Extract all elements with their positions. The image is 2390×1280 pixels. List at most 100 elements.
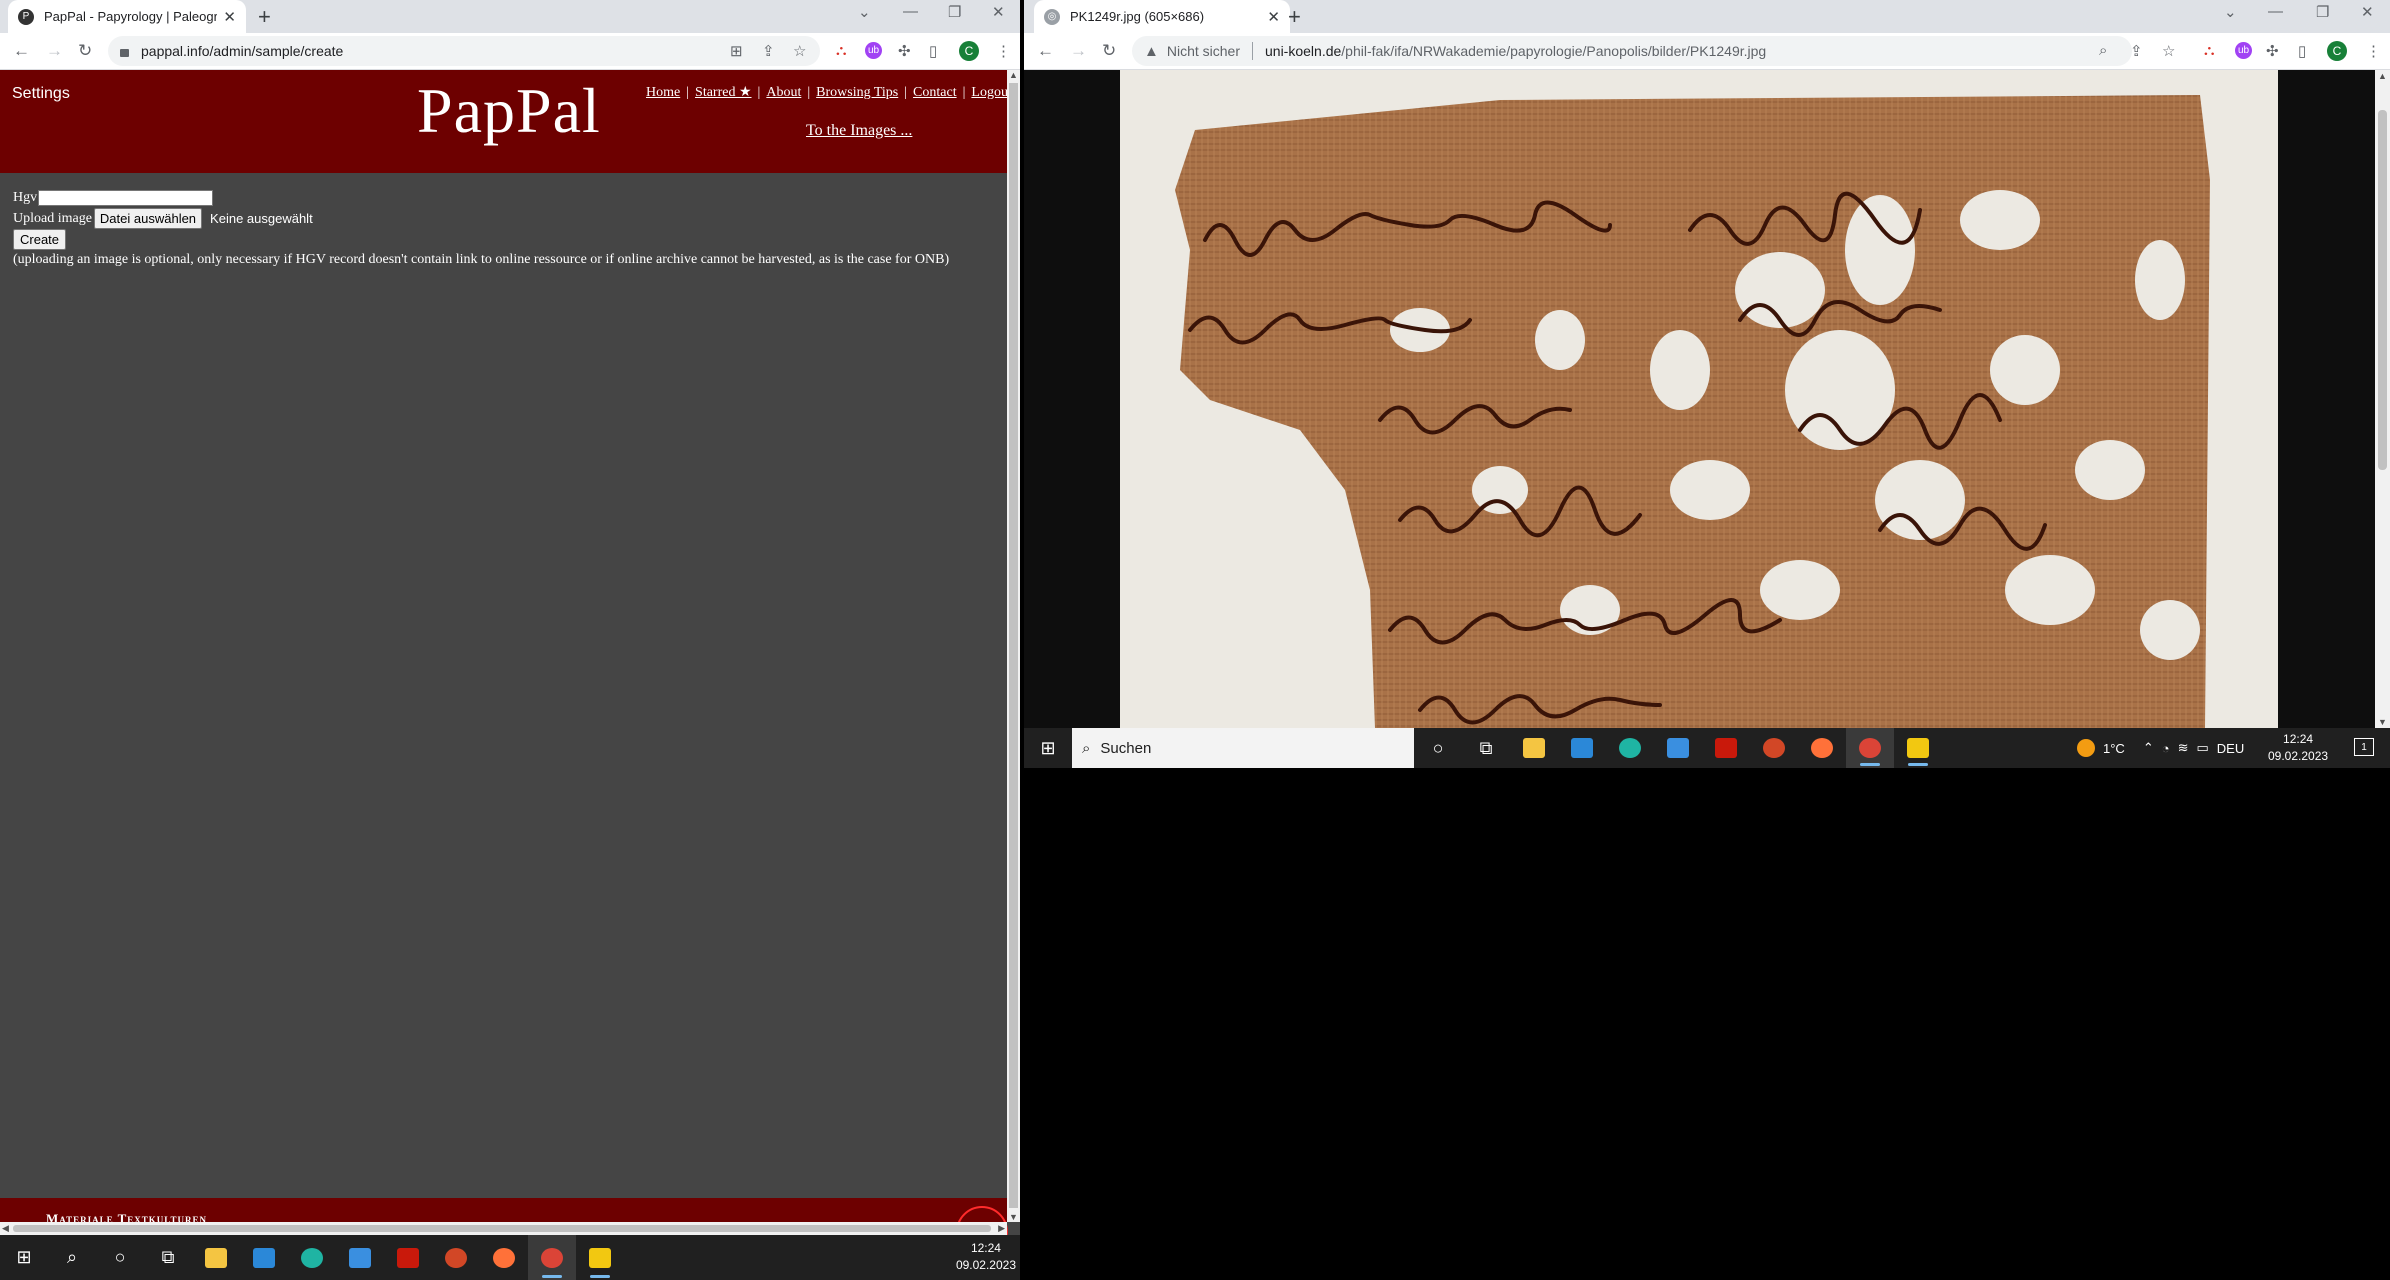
network-icon[interactable]: ◔ xyxy=(2162,741,2170,756)
taskbar-search-box[interactable]: ⌕ Suchen xyxy=(1072,728,1414,768)
windows-start-right-icon[interactable]: ⊞ xyxy=(1024,728,1072,768)
image-scroll-thumb[interactable] xyxy=(2378,110,2387,470)
extension-red-right-icon[interactable]: ⛬ xyxy=(2204,42,2215,59)
nav-logout-link[interactable]: Logou xyxy=(971,85,1008,100)
horizontal-scrollbar[interactable]: ◀ ▶ xyxy=(0,1222,1007,1235)
firefox-right-icon[interactable] xyxy=(1798,728,1846,768)
scroll-right-icon[interactable]: ▶ xyxy=(998,1223,1005,1234)
forward-right-icon[interactable]: → xyxy=(1070,41,1087,61)
search-icon[interactable]: ⌕ xyxy=(48,1235,96,1280)
tab-search-icon[interactable]: ⌄ xyxy=(858,3,871,21)
menu-kebab-right-icon[interactable]: ⋮ xyxy=(2366,42,2381,60)
create-button[interactable]: Create xyxy=(13,229,67,250)
powerpoint-icon[interactable] xyxy=(432,1235,480,1280)
task-view-icon[interactable]: ⧉ xyxy=(144,1235,192,1280)
scroll-down-icon[interactable]: ▼ xyxy=(1009,1212,1018,1222)
firefox-icon[interactable] xyxy=(480,1235,528,1280)
taskbar-clock-right[interactable]: 12:24 09.02.2023 xyxy=(2268,731,2328,765)
choose-file-button[interactable]: Datei auswählen xyxy=(93,208,203,229)
nav-about-link[interactable]: About xyxy=(766,85,801,100)
menu-kebab-icon[interactable]: ⋮ xyxy=(996,42,1011,60)
share-icon[interactable]: ⇪ xyxy=(762,42,775,60)
minimize-right-icon[interactable]: — xyxy=(2268,3,2283,20)
reload-icon[interactable]: ↻ xyxy=(78,41,92,61)
image-scroll-up-icon[interactable]: ▲ xyxy=(2378,71,2387,81)
file-explorer-right-icon[interactable] xyxy=(1510,728,1558,768)
wifi-icon[interactable]: ≋ xyxy=(2178,740,2189,756)
edge-right-icon[interactable] xyxy=(1606,728,1654,768)
scroll-up-icon[interactable]: ▲ xyxy=(1009,70,1018,80)
file-explorer-icon[interactable] xyxy=(192,1235,240,1280)
side-panel-icon[interactable]: ▯ xyxy=(929,42,937,60)
bookmark-star-right-icon[interactable]: ☆ xyxy=(2162,42,2175,60)
acrobat-right-icon[interactable] xyxy=(1702,728,1750,768)
weather-temperature[interactable]: 1°C xyxy=(2103,741,2125,756)
taskbar-clock[interactable]: 12:24 09.02.2023 xyxy=(956,1240,1016,1274)
profile-avatar[interactable]: C xyxy=(959,41,979,61)
settings-link[interactable]: Settings xyxy=(12,85,70,103)
chrome-right-icon[interactable] xyxy=(1846,728,1894,768)
extension-purple-right-icon[interactable]: ub xyxy=(2235,42,2252,59)
acrobat-icon[interactable] xyxy=(384,1235,432,1280)
vertical-scrollbar[interactable]: ▲ ▼ xyxy=(1007,70,1020,1222)
image-scroll-down-icon[interactable]: ▼ xyxy=(2378,717,2387,727)
horizontal-scroll-thumb[interactable] xyxy=(13,1225,991,1232)
image-vertical-scrollbar[interactable]: ▲ ▼ xyxy=(2375,70,2390,728)
tab-close-right-icon[interactable]: ✕ xyxy=(1267,8,1280,26)
chrome-icon[interactable] xyxy=(528,1235,576,1280)
bookmark-star-icon[interactable]: ☆ xyxy=(793,42,806,60)
nav-browsing-tips-link[interactable]: Browsing Tips xyxy=(816,85,898,100)
papyrus-image[interactable] xyxy=(1120,70,2278,728)
site-logo[interactable]: PapPal xyxy=(417,74,601,148)
forward-icon[interactable]: → xyxy=(46,41,63,61)
battery-icon[interactable]: ▭ xyxy=(2197,740,2209,756)
python-app-icon[interactable] xyxy=(576,1235,624,1280)
share-right-icon[interactable]: ⇪ xyxy=(2130,42,2143,60)
nav-starred-link[interactable]: Starred ★ xyxy=(695,85,751,100)
to-images-link[interactable]: To the Images ... xyxy=(806,122,912,140)
mail-icon[interactable] xyxy=(336,1235,384,1280)
profile-avatar-right[interactable]: C xyxy=(2327,41,2347,61)
input-language[interactable]: DEU xyxy=(2217,741,2244,756)
edge-icon[interactable] xyxy=(288,1235,336,1280)
translate-icon[interactable]: ⊞ xyxy=(730,42,743,60)
minimize-icon[interactable]: — xyxy=(903,3,918,20)
extension-purple-icon[interactable]: ub xyxy=(865,42,882,59)
back-right-icon[interactable]: ← xyxy=(1037,41,1054,61)
new-tab-icon[interactable]: + xyxy=(258,4,271,30)
close-window-right-icon[interactable]: ✕ xyxy=(2361,3,2374,21)
zoom-icon[interactable]: ⌕ xyxy=(2099,42,2107,59)
cortana-right-icon[interactable]: ○ xyxy=(1414,728,1462,768)
address-bar[interactable]: pappal.info/admin/sample/create xyxy=(108,36,820,66)
windows-start-icon[interactable]: ⊞ xyxy=(0,1235,48,1280)
store-icon[interactable] xyxy=(240,1235,288,1280)
hgv-input[interactable] xyxy=(38,189,214,206)
back-icon[interactable]: ← xyxy=(13,41,30,61)
tab-close-icon[interactable]: ✕ xyxy=(223,8,236,26)
weather-sun-icon[interactable] xyxy=(2077,739,2095,757)
scroll-left-icon[interactable]: ◀ xyxy=(2,1223,9,1234)
nav-home-link[interactable]: Home xyxy=(646,85,680,100)
python-app-right-icon[interactable] xyxy=(1894,728,1942,768)
tray-chevron-icon[interactable]: ⌃ xyxy=(2143,740,2154,756)
vertical-scroll-thumb[interactable] xyxy=(1009,83,1018,1208)
restore-right-icon[interactable]: ❐ xyxy=(2316,3,2329,21)
notification-center-icon[interactable]: 1 xyxy=(2354,738,2374,756)
restore-icon[interactable]: ❐ xyxy=(948,3,961,21)
reload-right-icon[interactable]: ↻ xyxy=(1102,41,1116,61)
tab-search-right-icon[interactable]: ⌄ xyxy=(2224,3,2237,21)
mail-right-icon[interactable] xyxy=(1654,728,1702,768)
extensions-puzzle-right-icon[interactable]: ✣ xyxy=(2266,42,2279,60)
cortana-icon[interactable]: ○ xyxy=(96,1235,144,1280)
powerpoint-right-icon[interactable] xyxy=(1750,728,1798,768)
extensions-puzzle-icon[interactable]: ✣ xyxy=(898,42,911,60)
tab-pappal[interactable]: P PapPal - Papyrology | Paleograph ✕ xyxy=(8,0,246,33)
nav-contact-link[interactable]: Contact xyxy=(913,85,957,100)
task-view-right-icon[interactable]: ⧉ xyxy=(1462,728,1510,768)
not-secure-label[interactable]: Nicht sicher xyxy=(1167,43,1240,59)
side-panel-right-icon[interactable]: ▯ xyxy=(2298,42,2306,60)
close-window-icon[interactable]: ✕ xyxy=(992,3,1005,21)
new-tab-right-icon[interactable]: + xyxy=(1288,4,1301,30)
store-right-icon[interactable] xyxy=(1558,728,1606,768)
extension-red-icon[interactable]: ⛬ xyxy=(836,42,847,59)
